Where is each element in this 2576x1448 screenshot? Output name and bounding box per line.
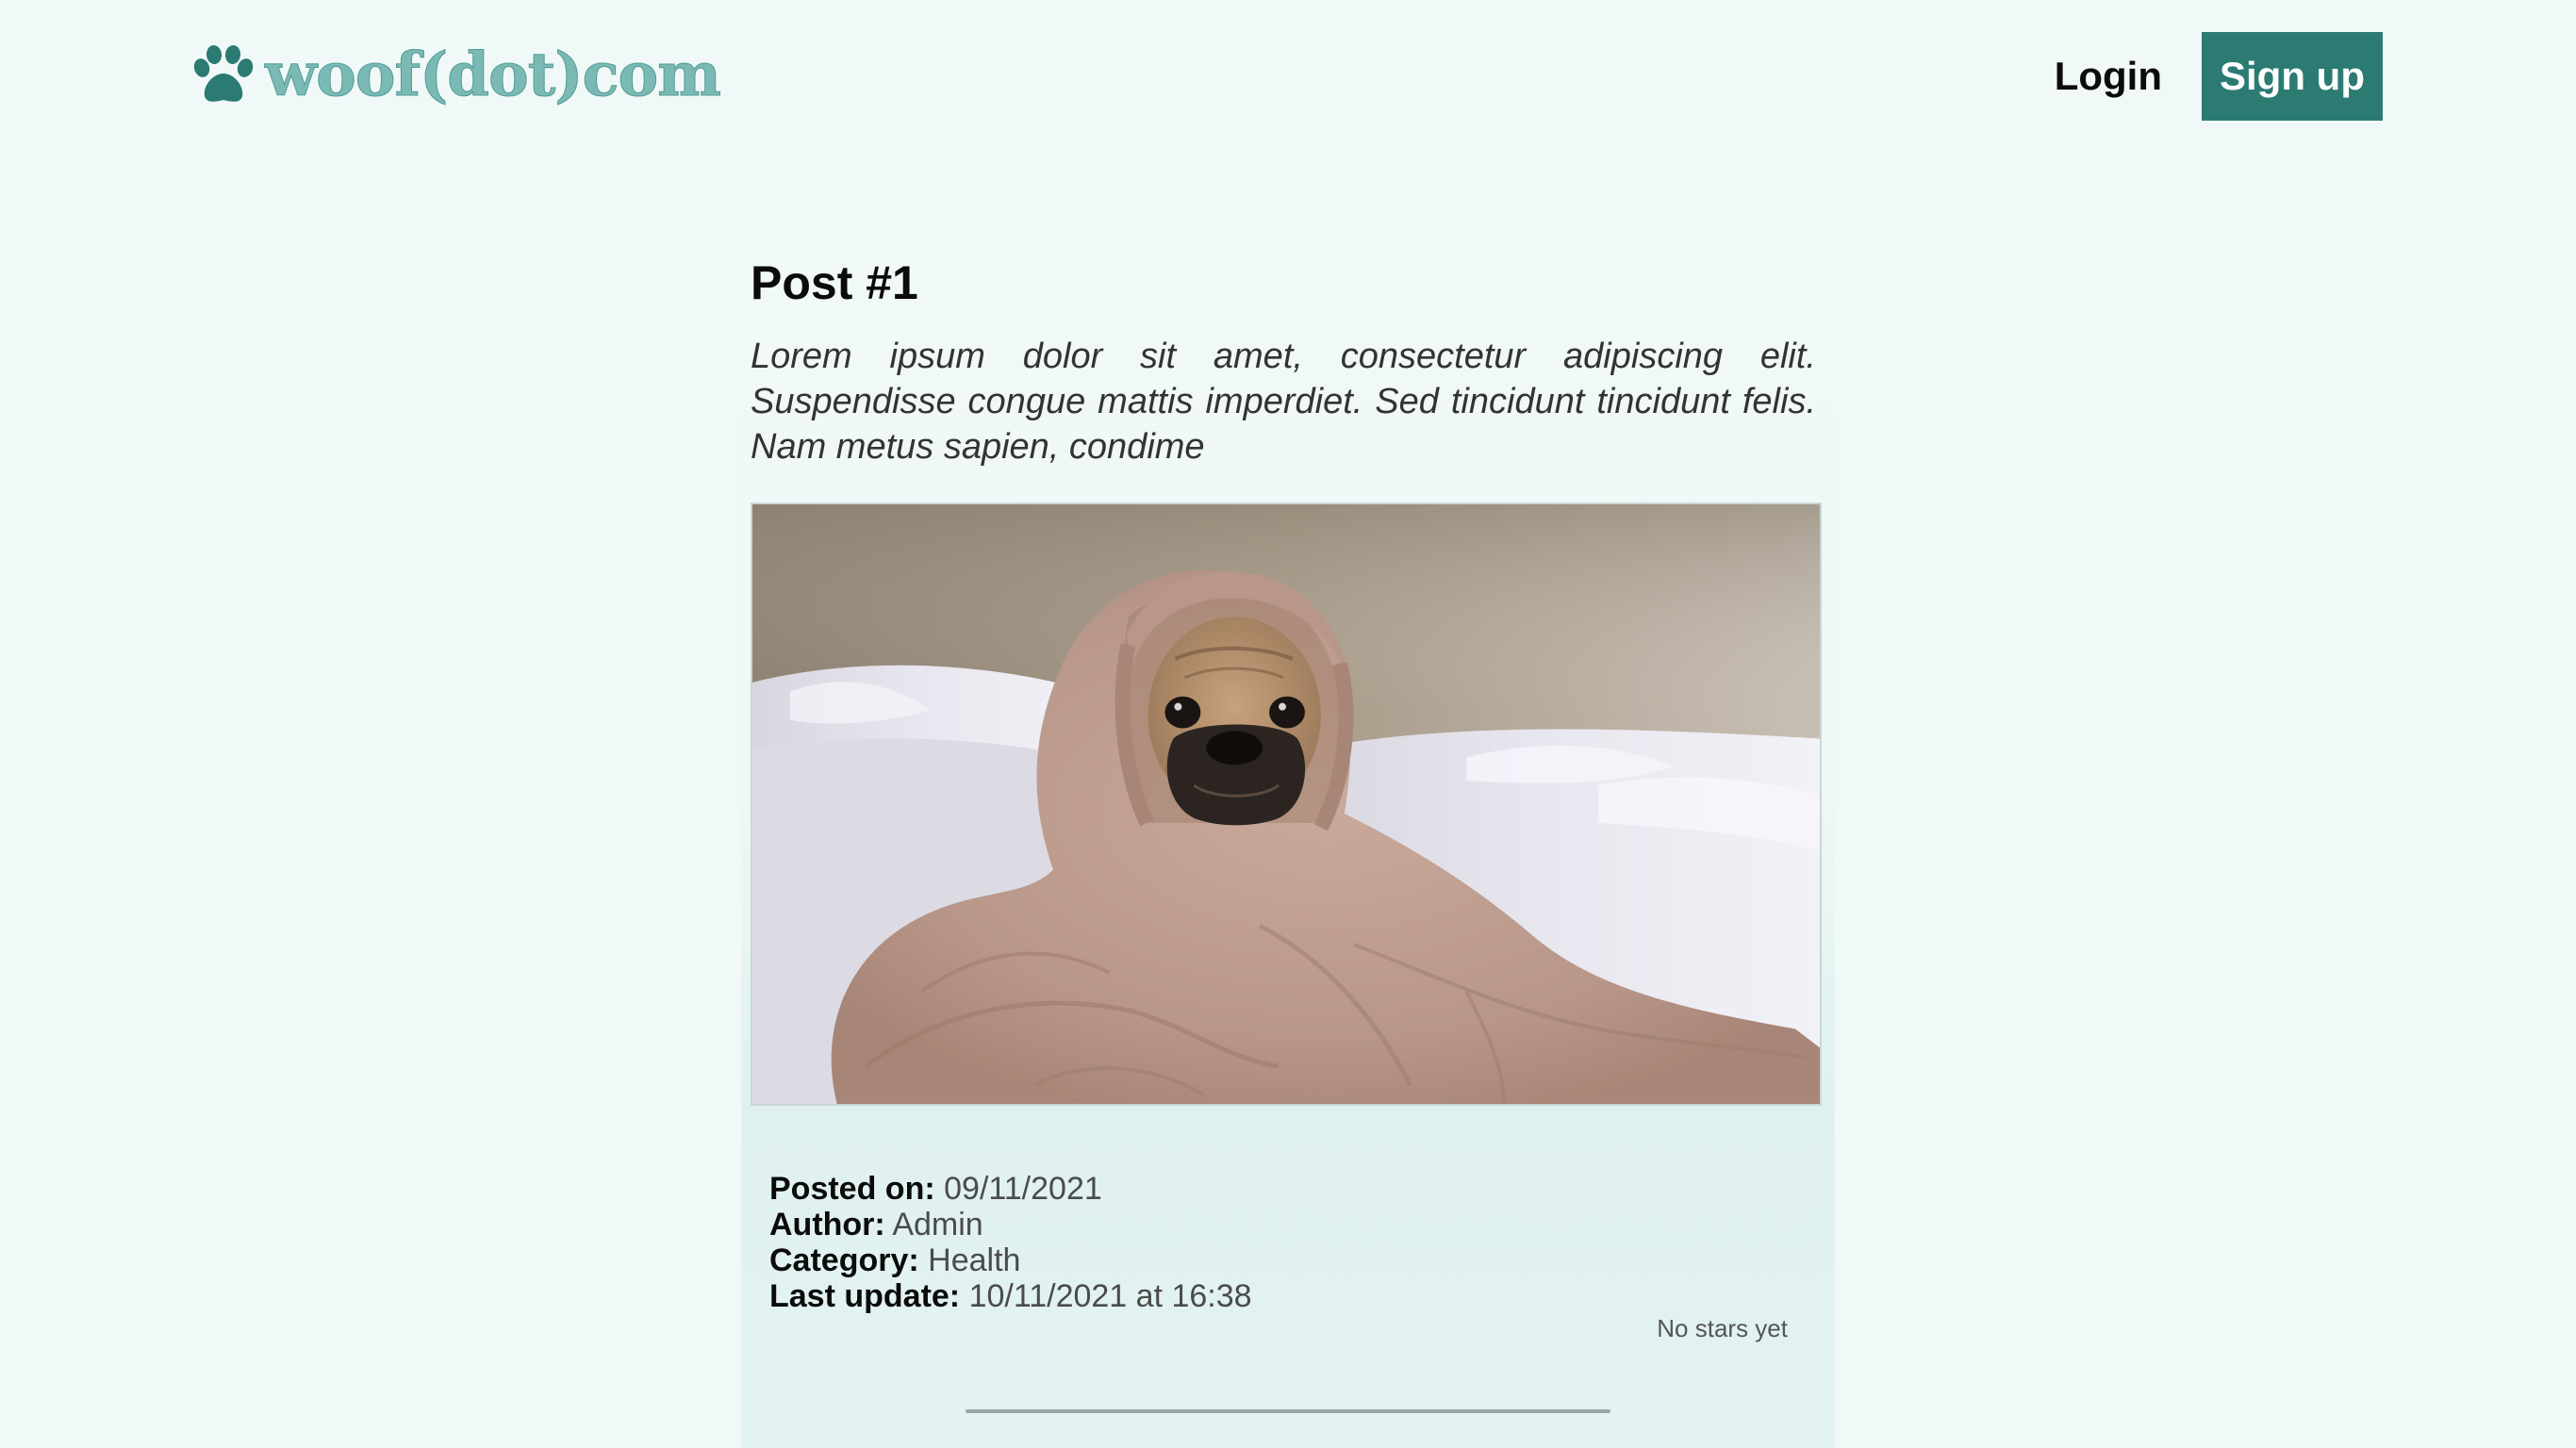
post-image bbox=[751, 502, 1822, 1106]
last-update-label: Last update: bbox=[769, 1278, 961, 1314]
post-excerpt: Lorem ipsum dolor sit amet, consectetur … bbox=[751, 337, 1816, 467]
site-logo[interactable]: woof(dot)com bbox=[191, 40, 722, 110]
posted-on-label: Posted on: bbox=[769, 1171, 935, 1207]
meta-category: Category: Health bbox=[769, 1242, 1252, 1278]
signup-button[interactable]: Sign up bbox=[2202, 32, 2383, 121]
meta-author: Author: Admin bbox=[769, 1207, 1252, 1242]
meta-last-update: Last update: 10/11/2021 at 16:38 bbox=[769, 1278, 1252, 1314]
top-nav: Login Sign up bbox=[2055, 32, 2383, 121]
author-label: Author: bbox=[769, 1207, 885, 1242]
last-update-value: 10/11/2021 at 16:38 bbox=[968, 1278, 1252, 1314]
logo-text: woof(dot)com bbox=[265, 40, 722, 110]
meta-posted-on: Posted on: 09/11/2021 bbox=[769, 1171, 1252, 1207]
category-label: Category: bbox=[769, 1242, 919, 1278]
author-value: Admin bbox=[892, 1207, 983, 1242]
login-link[interactable]: Login bbox=[2055, 54, 2162, 99]
post-divider bbox=[966, 1409, 1610, 1413]
post-card: Post #1 Lorem ipsum dolor sit amet, cons… bbox=[741, 255, 1835, 1448]
category-value: Health bbox=[928, 1242, 1021, 1278]
paw-icon bbox=[193, 45, 254, 102]
post-meta: Posted on: 09/11/2021 Author: Admin Cate… bbox=[769, 1171, 1252, 1314]
site-header: woof(dot)com Login Sign up bbox=[0, 0, 2576, 151]
star-rating-status: No stars yet bbox=[1657, 1314, 1788, 1342]
posted-on-value: 09/11/2021 bbox=[944, 1171, 1102, 1207]
post-title: Post #1 bbox=[751, 256, 918, 309]
pug-in-blanket-photo bbox=[752, 504, 1820, 1104]
